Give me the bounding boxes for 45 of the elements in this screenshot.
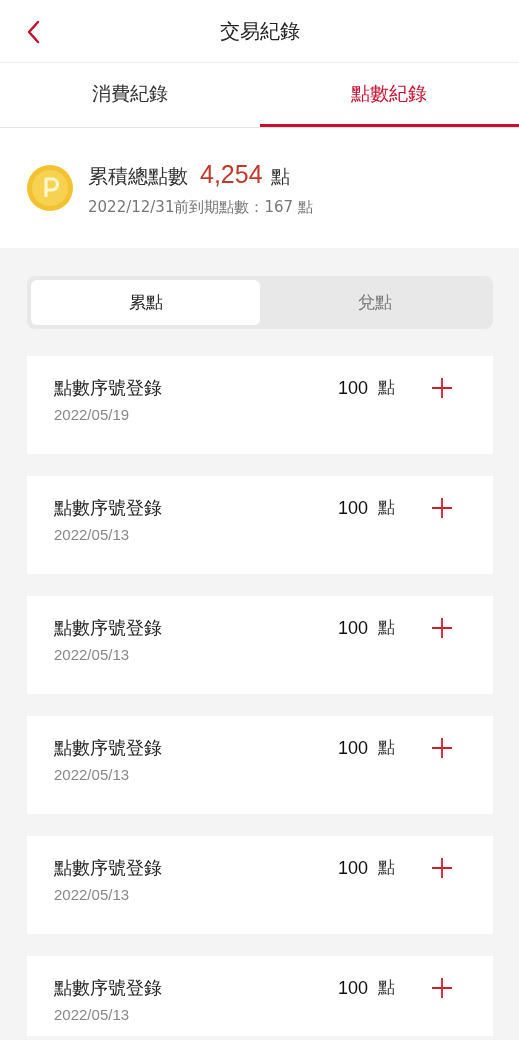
- record-points: 100: [337, 618, 368, 639]
- coin-icon: [26, 164, 74, 212]
- record-date: 2022/05/13: [54, 766, 131, 783]
- record-date: 2022/05/13: [54, 1006, 131, 1023]
- record-date: 2022/05/19: [54, 406, 131, 423]
- plus-icon: [431, 617, 453, 639]
- plus-icon: [431, 377, 453, 399]
- record-date: 2022/05/13: [54, 646, 131, 663]
- total-points-label: 累積總點數: [88, 162, 188, 190]
- record-title: 點數序號登錄: [54, 616, 163, 640]
- page-title: 交易紀錄: [219, 17, 300, 45]
- record-card[interactable]: 點數序號登錄 2022/05/13 100 點: [27, 596, 493, 694]
- plus-icon: [431, 497, 453, 519]
- plus-icon: [431, 857, 453, 879]
- points-unit: 點: [378, 856, 395, 879]
- record-card[interactable]: 點數序號登錄 2022/05/19 100 點: [27, 356, 493, 454]
- record-date: 2022/05/13: [54, 886, 131, 903]
- points-unit: 點: [378, 976, 395, 999]
- points-unit: 點: [378, 376, 395, 399]
- points-unit: 點: [270, 163, 290, 189]
- record-card[interactable]: 點數序號登錄 2022/05/13 100 點: [27, 956, 493, 1036]
- record-points: 100: [337, 858, 368, 879]
- record-title: 點數序號登錄: [54, 376, 163, 400]
- segment-tab[interactable]: 兌點: [260, 280, 489, 325]
- record-title: 點數序號登錄: [54, 496, 163, 520]
- total-points-value: 4,254: [200, 159, 263, 189]
- record-points: 100: [337, 498, 368, 519]
- points-unit: 點: [378, 736, 395, 759]
- record-points: 100: [337, 738, 368, 759]
- back-icon[interactable]: [26, 20, 40, 44]
- plus-icon: [431, 737, 453, 759]
- record-title: 點數序號登錄: [54, 856, 163, 880]
- record-points: 100: [337, 378, 368, 399]
- expiring-points-text: 2022/12/31前到期點數：167 點: [88, 197, 313, 217]
- record-points: 100: [337, 978, 368, 999]
- record-title: 點數序號登錄: [54, 976, 163, 1000]
- record-title: 點數序號登錄: [54, 736, 163, 760]
- record-card[interactable]: 點數序號登錄 2022/05/13 100 點: [27, 476, 493, 574]
- points-unit: 點: [378, 616, 395, 639]
- segment-tab[interactable]: 累點: [31, 280, 260, 325]
- points-unit: 點: [378, 496, 395, 519]
- record-card[interactable]: 點數序號登錄 2022/05/13 100 點: [27, 836, 493, 934]
- record-card[interactable]: 點數序號登錄 2022/05/13 100 點: [27, 716, 493, 814]
- plus-icon: [431, 977, 453, 999]
- record-date: 2022/05/13: [54, 526, 131, 543]
